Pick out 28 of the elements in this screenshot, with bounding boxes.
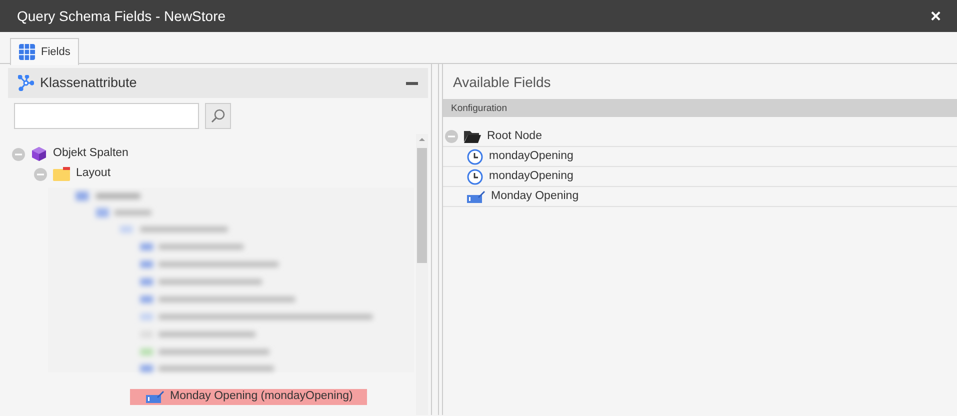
splitter[interactable] [431, 64, 439, 415]
clock-icon [467, 168, 483, 184]
clock-icon [467, 148, 483, 164]
network-icon [18, 75, 34, 91]
tree-item-label[interactable]: Monday Opening [491, 188, 579, 206]
window-title: Query Schema Fields - NewStore [17, 6, 226, 26]
section-header: Konfiguration [443, 99, 957, 117]
input-field-icon [467, 190, 485, 202]
tree-item-label[interactable]: Root Node [487, 128, 542, 146]
collapse-icon[interactable] [406, 82, 418, 84]
search-button[interactable] [205, 103, 231, 129]
panel-title: Klassenattribute [40, 74, 138, 92]
tree-item-label[interactable]: Layout [76, 165, 111, 183]
close-button[interactable]: × [926, 7, 945, 25]
scrollbar[interactable] [416, 134, 428, 415]
dragged-field: Monday Opening (mondayOpening) [130, 389, 367, 405]
cube-icon [31, 146, 47, 162]
input-field-icon [146, 391, 164, 403]
tab[interactable]: Fields [10, 38, 80, 65]
tree-item-label[interactable]: Objekt Spalten [53, 145, 128, 163]
grid-icon [19, 44, 35, 60]
panel-title: Available Fields [452, 73, 552, 92]
folder-icon [464, 130, 481, 143]
folder-icon [53, 167, 70, 181]
search-field[interactable] [14, 103, 199, 129]
search-icon [210, 108, 226, 124]
tree-item-label[interactable]: mondayOpening [489, 168, 574, 186]
tree-item-label[interactable]: mondayOpening [489, 148, 574, 166]
